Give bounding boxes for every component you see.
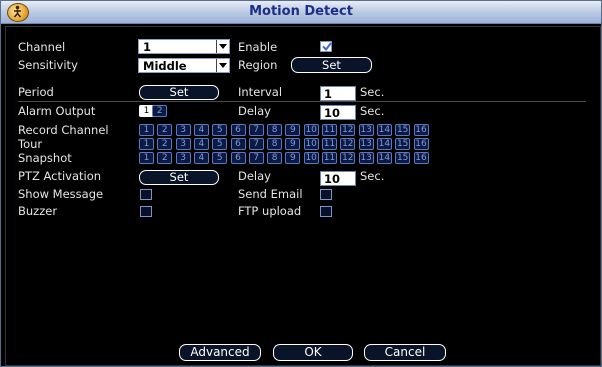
sensitivity-label: Sensitivity bbox=[18, 58, 78, 72]
cancel-button[interactable]: Cancel bbox=[364, 344, 446, 361]
period-set-button[interactable]: Set bbox=[139, 85, 219, 100]
ptz-set-button[interactable]: Set bbox=[139, 170, 219, 185]
ptz-delay-input[interactable]: 10 bbox=[320, 171, 356, 186]
snapshot-channel-box-7[interactable]: 7 bbox=[248, 152, 264, 164]
tour-label: Tour bbox=[18, 137, 43, 151]
record-channel-box-9[interactable]: 9 bbox=[285, 124, 301, 136]
record-channel-box-10[interactable]: 10 bbox=[303, 124, 319, 136]
buzzer-checkbox[interactable] bbox=[140, 206, 152, 217]
ftp-upload-checkbox[interactable] bbox=[320, 206, 332, 217]
send-email-label: Send Email bbox=[238, 187, 303, 201]
record-channel-box-16[interactable]: 16 bbox=[413, 124, 429, 136]
snapshot-channel-box-11[interactable]: 11 bbox=[322, 152, 337, 164]
snapshot-channel-box-3[interactable]: 3 bbox=[175, 152, 191, 164]
title-bar: Motion Detect bbox=[1, 1, 601, 24]
chevron-down-icon[interactable] bbox=[216, 59, 229, 72]
snapshot-channel-box-10[interactable]: 10 bbox=[303, 152, 319, 164]
tour-channel-box-16[interactable]: 16 bbox=[413, 138, 429, 150]
record-channel-box-6[interactable]: 6 bbox=[230, 124, 246, 136]
record-channel-box-3[interactable]: 3 bbox=[175, 124, 191, 136]
record-channel-box-4[interactable]: 4 bbox=[193, 124, 209, 136]
region-set-button[interactable]: Set bbox=[291, 57, 372, 73]
record-channel-box-7[interactable]: 7 bbox=[248, 124, 264, 136]
snapshot-channel-box-9[interactable]: 9 bbox=[285, 152, 301, 164]
delay-input[interactable]: 10 bbox=[320, 105, 356, 120]
tour-channel-box-15[interactable]: 15 bbox=[395, 138, 411, 150]
send-email-checkbox[interactable] bbox=[320, 189, 332, 200]
snapshot-channel-box-13[interactable]: 13 bbox=[358, 152, 374, 164]
interval-input[interactable]: 1 bbox=[320, 86, 356, 101]
region-label: Region bbox=[238, 58, 278, 72]
advanced-button[interactable]: Advanced bbox=[179, 344, 261, 361]
channel-value: 1 bbox=[143, 40, 152, 54]
interval-label: Interval bbox=[238, 85, 283, 99]
snapshot-channel-box-1[interactable]: 1 bbox=[139, 152, 154, 164]
snapshot-channel-box-5[interactable]: 5 bbox=[212, 152, 228, 164]
ftp-upload-label: FTP upload bbox=[238, 204, 302, 218]
show-message-checkbox[interactable] bbox=[140, 189, 152, 200]
delay-label: Delay bbox=[238, 104, 271, 118]
tour-channel-box-8[interactable]: 8 bbox=[267, 138, 283, 150]
tour-channel-box-3[interactable]: 3 bbox=[175, 138, 191, 150]
tour-channel-box-1[interactable]: 1 bbox=[139, 138, 154, 150]
record-channel-label: Record Channel bbox=[18, 123, 109, 137]
motion-detect-window: Motion Detect Channel 1 Enable Sensitivi… bbox=[0, 0, 602, 367]
sensitivity-value: Middle bbox=[143, 59, 187, 73]
snapshot-channel-box-8[interactable]: 8 bbox=[267, 152, 283, 164]
window-title: Motion Detect bbox=[249, 4, 353, 19]
enable-label: Enable bbox=[238, 40, 278, 54]
record-channel-box-15[interactable]: 15 bbox=[395, 124, 411, 136]
snapshot-channel-box-6[interactable]: 6 bbox=[230, 152, 246, 164]
snapshot-label: Snapshot bbox=[18, 151, 72, 165]
checkmark-icon bbox=[322, 42, 332, 51]
tour-channel-box-5[interactable]: 5 bbox=[212, 138, 228, 150]
snapshot-channel-box-14[interactable]: 14 bbox=[376, 152, 392, 164]
interval-unit: Sec. bbox=[360, 85, 385, 99]
channel-label: Channel bbox=[18, 40, 66, 54]
sensitivity-select[interactable]: Middle bbox=[138, 58, 230, 73]
ptz-activation-label: PTZ Activation bbox=[18, 169, 102, 183]
channel-select[interactable]: 1 bbox=[138, 39, 230, 54]
record-channel-box-13[interactable]: 13 bbox=[358, 124, 374, 136]
tour-channel-box-4[interactable]: 4 bbox=[193, 138, 209, 150]
enable-checkbox[interactable] bbox=[320, 41, 332, 52]
tour-channel-box-9[interactable]: 9 bbox=[285, 138, 301, 150]
ptz-delay-label: Delay bbox=[238, 169, 271, 183]
tour-channel-box-10[interactable]: 10 bbox=[303, 138, 319, 150]
record-channel-box-8[interactable]: 8 bbox=[267, 124, 283, 136]
divider bbox=[18, 101, 586, 102]
ptz-delay-unit: Sec. bbox=[360, 169, 385, 183]
snapshot-channel-box-2[interactable]: 2 bbox=[157, 152, 173, 164]
tour-channel-box-7[interactable]: 7 bbox=[248, 138, 264, 150]
show-message-label: Show Message bbox=[18, 187, 104, 201]
record-channel-box-14[interactable]: 14 bbox=[376, 124, 392, 136]
record-channel-box-12[interactable]: 12 bbox=[340, 124, 356, 136]
record-channel-box-1[interactable]: 1 bbox=[139, 124, 154, 136]
alarm-output-box-2[interactable]: 2 bbox=[152, 105, 168, 117]
snapshot-channel-box-12[interactable]: 12 bbox=[340, 152, 356, 164]
record-channel-box-5[interactable]: 5 bbox=[212, 124, 228, 136]
tour-channel-box-12[interactable]: 12 bbox=[340, 138, 356, 150]
buzzer-label: Buzzer bbox=[18, 204, 58, 218]
snapshot-channel-box-15[interactable]: 15 bbox=[395, 152, 411, 164]
period-label: Period bbox=[18, 85, 54, 99]
chevron-down-icon[interactable] bbox=[216, 40, 229, 53]
tour-channel-box-2[interactable]: 2 bbox=[157, 138, 173, 150]
snapshot-channel-box-16[interactable]: 16 bbox=[413, 152, 429, 164]
tour-channel-box-13[interactable]: 13 bbox=[358, 138, 374, 150]
snapshot-channel-box-4[interactable]: 4 bbox=[193, 152, 209, 164]
settings-panel: Channel 1 Enable Sensitivity Middle Regi… bbox=[5, 26, 601, 366]
tour-channel-box-6[interactable]: 6 bbox=[230, 138, 246, 150]
record-channel-box-2[interactable]: 2 bbox=[157, 124, 173, 136]
tour-channel-box-11[interactable]: 11 bbox=[322, 138, 337, 150]
tour-channel-box-14[interactable]: 14 bbox=[376, 138, 392, 150]
alarm-output-label: Alarm Output bbox=[18, 104, 96, 118]
record-channel-box-11[interactable]: 11 bbox=[322, 124, 337, 136]
delay-unit: Sec. bbox=[360, 104, 385, 118]
ok-button[interactable]: OK bbox=[273, 344, 353, 361]
